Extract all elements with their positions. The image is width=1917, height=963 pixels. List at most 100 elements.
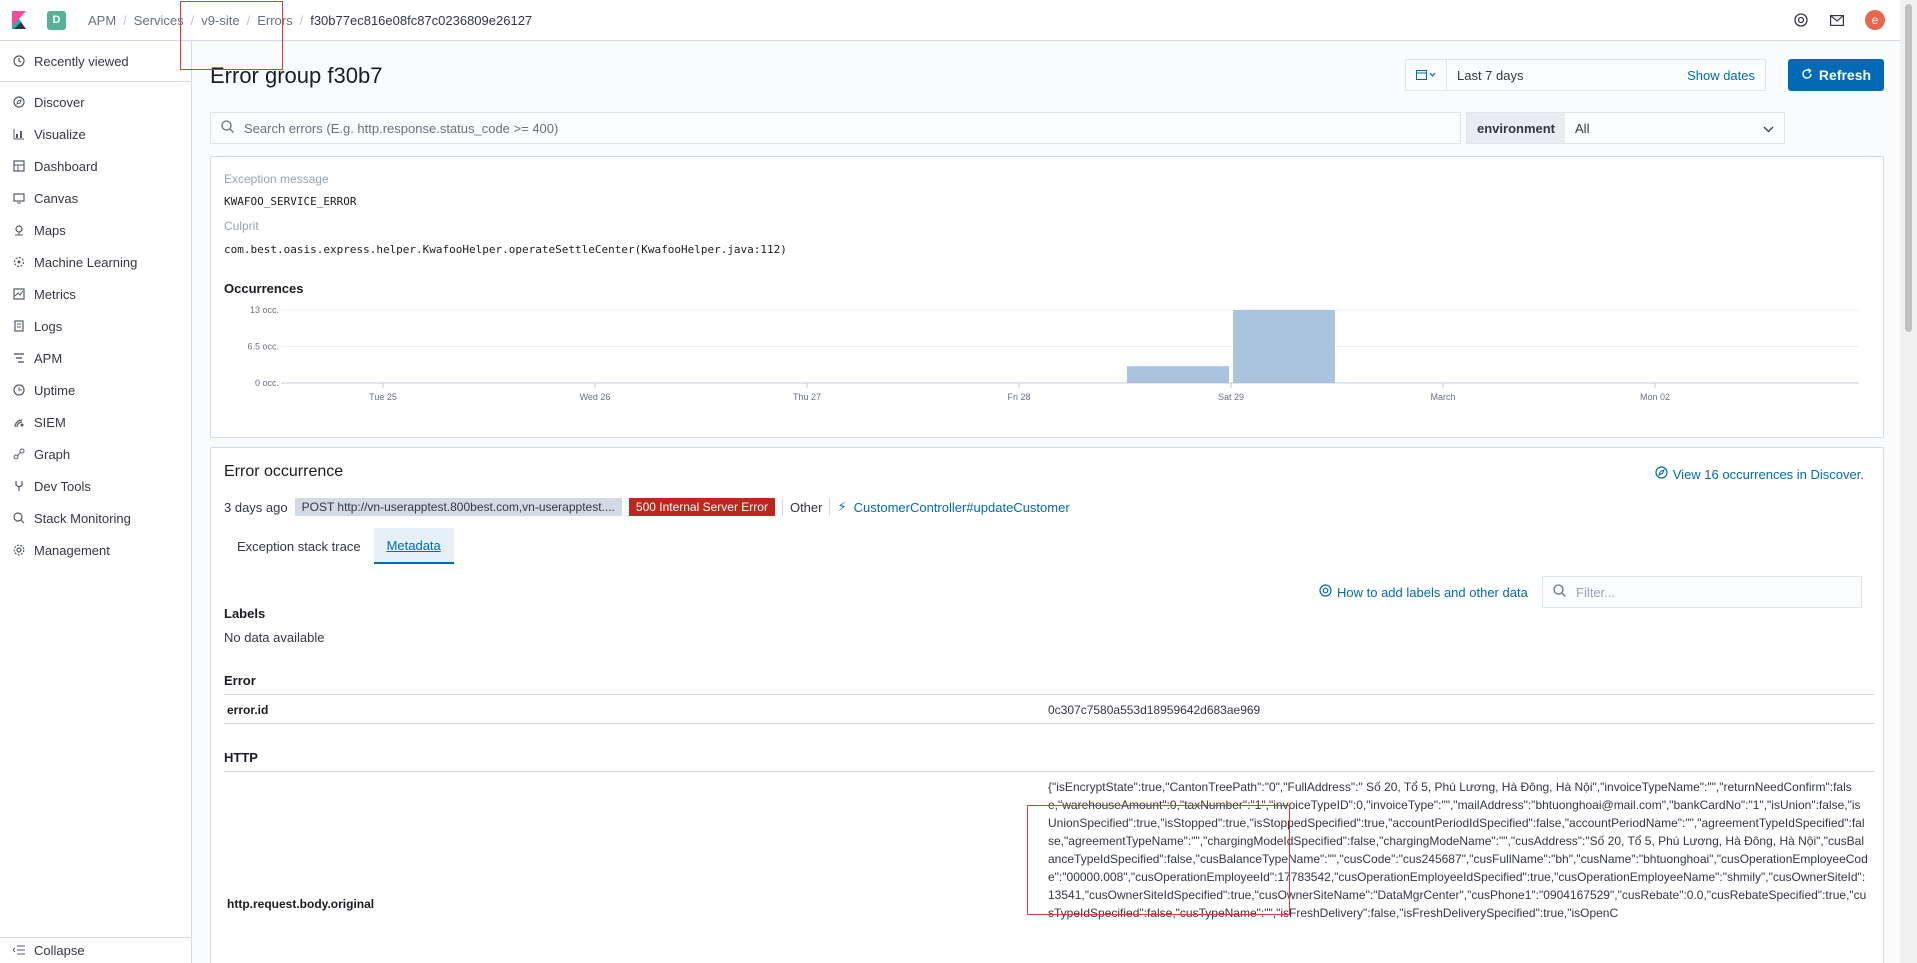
labels-empty-text: No data available — [224, 630, 325, 645]
error-id-key: error.id — [227, 703, 269, 717]
table-divider — [224, 723, 1874, 724]
tab-exception-stack-trace[interactable]: Exception stack trace — [224, 528, 374, 564]
date-picker[interactable]: Last 7 days Show dates — [1405, 59, 1766, 91]
exception-message-value: KWAFOO_SERVICE_ERROR — [224, 195, 357, 208]
sidebar-item-label: Uptime — [34, 382, 76, 398]
search-input[interactable]: Search errors (E.g. http.response.status… — [210, 112, 1461, 144]
sidebar-item-discover[interactable]: Discover — [0, 86, 191, 118]
discover-link-label: View 16 occurrences in Discover. — [1672, 466, 1864, 482]
occurrences-title: Occurrences — [224, 281, 304, 296]
sidebar-item-graph[interactable]: Graph — [0, 438, 191, 470]
sidebar-item-maps[interactable]: Maps — [0, 214, 191, 246]
breadcrumb-errors[interactable]: Errors — [257, 13, 292, 28]
environment-filter[interactable]: environment All — [1466, 112, 1785, 144]
metadata-filter-input[interactable]: Filter... — [1542, 576, 1862, 608]
environment-select[interactable]: All — [1565, 121, 1784, 136]
sidebar-item-label: SIEM — [34, 414, 66, 430]
filter-placeholder: Filter... — [1576, 584, 1616, 600]
scrollbar-thumb[interactable] — [1905, 4, 1912, 332]
sidebar-item-canvas[interactable]: Canvas — [0, 182, 191, 214]
occurrence-tabs: Exception stack trace Metadata — [224, 528, 454, 564]
calendar-icon[interactable] — [1406, 60, 1447, 90]
help-labels-link[interactable]: How to add labels and other data — [1319, 584, 1528, 600]
error-heading: Error — [224, 673, 256, 688]
meta-separator — [829, 498, 831, 516]
sidebar-item-siem[interactable]: SIEM — [0, 406, 191, 438]
transaction-link[interactable]: CustomerController#updateCustomer — [854, 500, 1070, 515]
sidebar-item-metrics[interactable]: Metrics — [0, 278, 191, 310]
sidebar-item-dev-tools[interactable]: Dev Tools — [0, 470, 191, 502]
user-avatar[interactable]: e — [1865, 10, 1885, 30]
page-scrollbar[interactable] — [1900, 0, 1917, 963]
x-tick-label: Wed 26 — [580, 392, 611, 402]
space-avatar[interactable]: D — [47, 10, 66, 30]
sidebar-item-logs[interactable]: Logs — [0, 310, 191, 342]
occurrence-time: 3 days ago — [224, 499, 288, 515]
breadcrumb-apm[interactable]: APM — [88, 13, 116, 28]
refresh-button[interactable]: Refresh — [1788, 59, 1884, 91]
sidebar-item-apm[interactable]: APM — [0, 342, 191, 374]
sidebar-item-management[interactable]: Management — [0, 534, 191, 566]
http-body-key: http.request.body.original — [227, 897, 375, 911]
chart-bar[interactable] — [1233, 310, 1335, 383]
collapse-label: Collapse — [34, 943, 85, 958]
collapse-nav-button[interactable]: Collapse — [0, 937, 191, 963]
sidebar-item-label: Graph — [34, 446, 71, 462]
sidebar-item-label: Dev Tools — [34, 478, 91, 494]
gear-icon — [13, 544, 25, 556]
y-tick-label: 13 occ. — [250, 305, 279, 315]
exception-message-label: Exception message — [224, 172, 329, 186]
main-content: Error group f30b7 Last 7 days Show dates… — [192, 41, 1900, 963]
breadcrumb-service[interactable]: v9-site — [201, 13, 239, 28]
chart-bar[interactable] — [1127, 366, 1229, 383]
x-tick-label: Mon 02 — [1640, 392, 1670, 402]
error-id-value: 0c307c7580a553d18959642d683ae969 — [1048, 703, 1261, 717]
top-header: D APM / Services / v9-site / Errors / f3… — [0, 0, 1900, 41]
culprit-value: com.best.oasis.express.helper.KwafooHelp… — [224, 243, 787, 256]
breadcrumb: APM / Services / v9-site / Errors / f30b… — [88, 13, 532, 28]
sidebar-item-label: Management — [34, 542, 110, 558]
mail-icon[interactable] — [1829, 12, 1845, 28]
sidebar-item-machine-learning[interactable]: Machine Learning — [0, 246, 191, 278]
uptime-icon — [13, 384, 25, 396]
nav-divider — [0, 81, 191, 82]
help-labels-link-label: How to add labels and other data — [1337, 584, 1528, 600]
breadcrumb-separator: / — [299, 12, 304, 28]
status-badge: 500 Internal Server Error — [628, 498, 775, 516]
siem-icon — [13, 416, 25, 428]
view-in-discover-link[interactable]: View 16 occurrences in Discover. — [1655, 466, 1864, 482]
sidebar-item-label: Metrics — [34, 286, 76, 302]
sidebar-item-dashboard[interactable]: Dashboard — [0, 150, 191, 182]
recently-viewed[interactable]: Recently viewed — [0, 45, 191, 77]
sidebar-item-uptime[interactable]: Uptime — [0, 374, 191, 406]
search-icon — [1553, 584, 1566, 600]
visualize-icon — [13, 128, 25, 140]
y-tick-label: 0 occ. — [255, 378, 279, 388]
metrics-icon — [13, 288, 25, 300]
breadcrumb-separator: / — [246, 12, 251, 28]
table-divider — [224, 771, 1874, 772]
kibana-logo-icon[interactable] — [0, 0, 38, 41]
help-icon[interactable] — [1793, 12, 1809, 28]
maps-icon — [13, 224, 25, 236]
apm-icon — [13, 352, 25, 364]
sidebar-item-label: Machine Learning — [34, 254, 138, 270]
environment-value: All — [1575, 120, 1590, 136]
sidebar-item-stack-monitoring[interactable]: Stack Monitoring — [0, 502, 191, 534]
dashboard-icon — [13, 160, 25, 172]
x-tick-label: Thu 27 — [793, 392, 821, 402]
sidebar-item-label: Discover — [34, 94, 85, 110]
date-range-text[interactable]: Last 7 days — [1447, 68, 1524, 83]
help-icon — [1319, 584, 1332, 600]
occurrence-meta-row: 3 days ago POST http://vn-userapptest.80… — [224, 498, 1070, 516]
sidebar-item-visualize[interactable]: Visualize — [0, 118, 191, 150]
logs-icon — [13, 320, 25, 332]
show-dates-link[interactable]: Show dates — [1687, 68, 1755, 83]
breadcrumb-services[interactable]: Services — [134, 13, 184, 28]
tab-metadata[interactable]: Metadata — [373, 528, 454, 564]
breadcrumb-separator: / — [123, 12, 127, 28]
side-nav: Recently viewed Discover Visualize Dashboa… — [0, 41, 192, 963]
collapse-icon — [12, 943, 25, 958]
occurrences-chart: 13 occ. 6.5 occ. 0 occ. Tue 25 Wed 26 Thu 27 F… — [247, 305, 1859, 402]
transaction-icon: ⚡︎ — [837, 499, 847, 514]
